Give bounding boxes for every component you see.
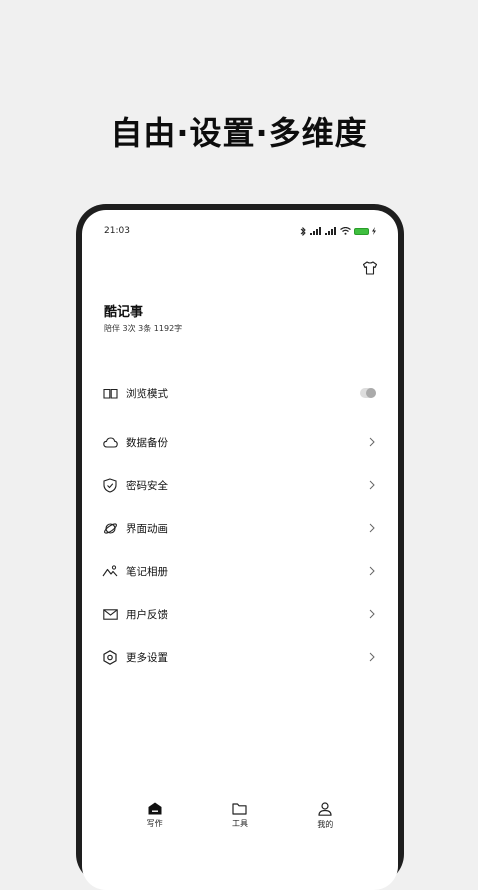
wifi-icon <box>340 227 351 235</box>
cloud-icon <box>102 434 118 450</box>
menu-label: 密码安全 <box>126 479 168 492</box>
chevron-right-icon <box>369 437 375 447</box>
menu-item-user-feedback[interactable]: 用户反馈 <box>82 599 398 629</box>
menu-item-note-album[interactable]: 笔记相册 <box>82 556 398 586</box>
shield-icon <box>102 477 118 493</box>
phone-frame: 21:03 酷记事 陪伴 3次 3条 1192字 浏览模式 数据备份 密码安全 … <box>76 204 404 890</box>
menu-label: 用户反馈 <box>126 608 168 621</box>
theme-shirt-icon[interactable] <box>362 260 378 276</box>
tab-label: 工具 <box>231 819 248 828</box>
menu-item-data-backup[interactable]: 数据备份 <box>82 427 398 457</box>
menu-item-ui-animation[interactable]: 界面动画 <box>82 513 398 543</box>
phone-screen: 21:03 酷记事 陪伴 3次 3条 1192字 浏览模式 数据备份 密码安全 … <box>82 210 398 890</box>
menu-label: 界面动画 <box>126 522 168 535</box>
tab-label: 我的 <box>317 820 334 829</box>
headline: 自由·设置·多维度 <box>110 114 368 152</box>
browse-mode-toggle[interactable] <box>360 388 376 398</box>
app-stats: 陪伴 3次 3条 1192字 <box>104 324 183 333</box>
tab-write[interactable]: 写作 <box>135 802 175 829</box>
status-icons <box>300 226 376 236</box>
status-bar: 21:03 <box>82 224 398 238</box>
battery-icon <box>354 227 369 235</box>
person-icon <box>318 802 332 816</box>
menu-label: 更多设置 <box>126 651 168 664</box>
bottom-tab-bar: 写作 工具 我的 <box>82 802 398 842</box>
menu-label: 笔记相册 <box>126 565 168 578</box>
chevron-right-icon <box>369 523 375 533</box>
mail-icon <box>102 606 118 622</box>
image-icon <box>102 563 118 579</box>
menu-item-browse-mode[interactable]: 浏览模式 <box>82 378 398 408</box>
chevron-right-icon <box>369 609 375 619</box>
tab-tools[interactable]: 工具 <box>220 802 260 829</box>
chevron-right-icon <box>369 566 375 576</box>
menu-label: 浏览模式 <box>126 387 168 400</box>
folder-icon <box>232 803 248 815</box>
tab-mine[interactable]: 我的 <box>305 802 345 830</box>
menu-item-more-settings[interactable]: 更多设置 <box>82 642 398 672</box>
charging-icon <box>372 227 376 235</box>
menu-label: 数据备份 <box>126 436 168 449</box>
chevron-right-icon <box>369 480 375 490</box>
chevron-right-icon <box>369 652 375 662</box>
planet-icon <box>102 520 118 536</box>
status-time: 21:03 <box>104 226 130 236</box>
app-title: 酷记事 <box>104 305 144 320</box>
menu-item-password-security[interactable]: 密码安全 <box>82 470 398 500</box>
hexagon-settings-icon <box>102 649 118 665</box>
bluetooth-icon <box>300 226 306 236</box>
signal-icon <box>310 227 321 235</box>
home-icon <box>148 802 162 815</box>
tab-label: 写作 <box>146 819 163 828</box>
signal-icon-2 <box>325 227 336 235</box>
book-icon <box>102 385 118 401</box>
